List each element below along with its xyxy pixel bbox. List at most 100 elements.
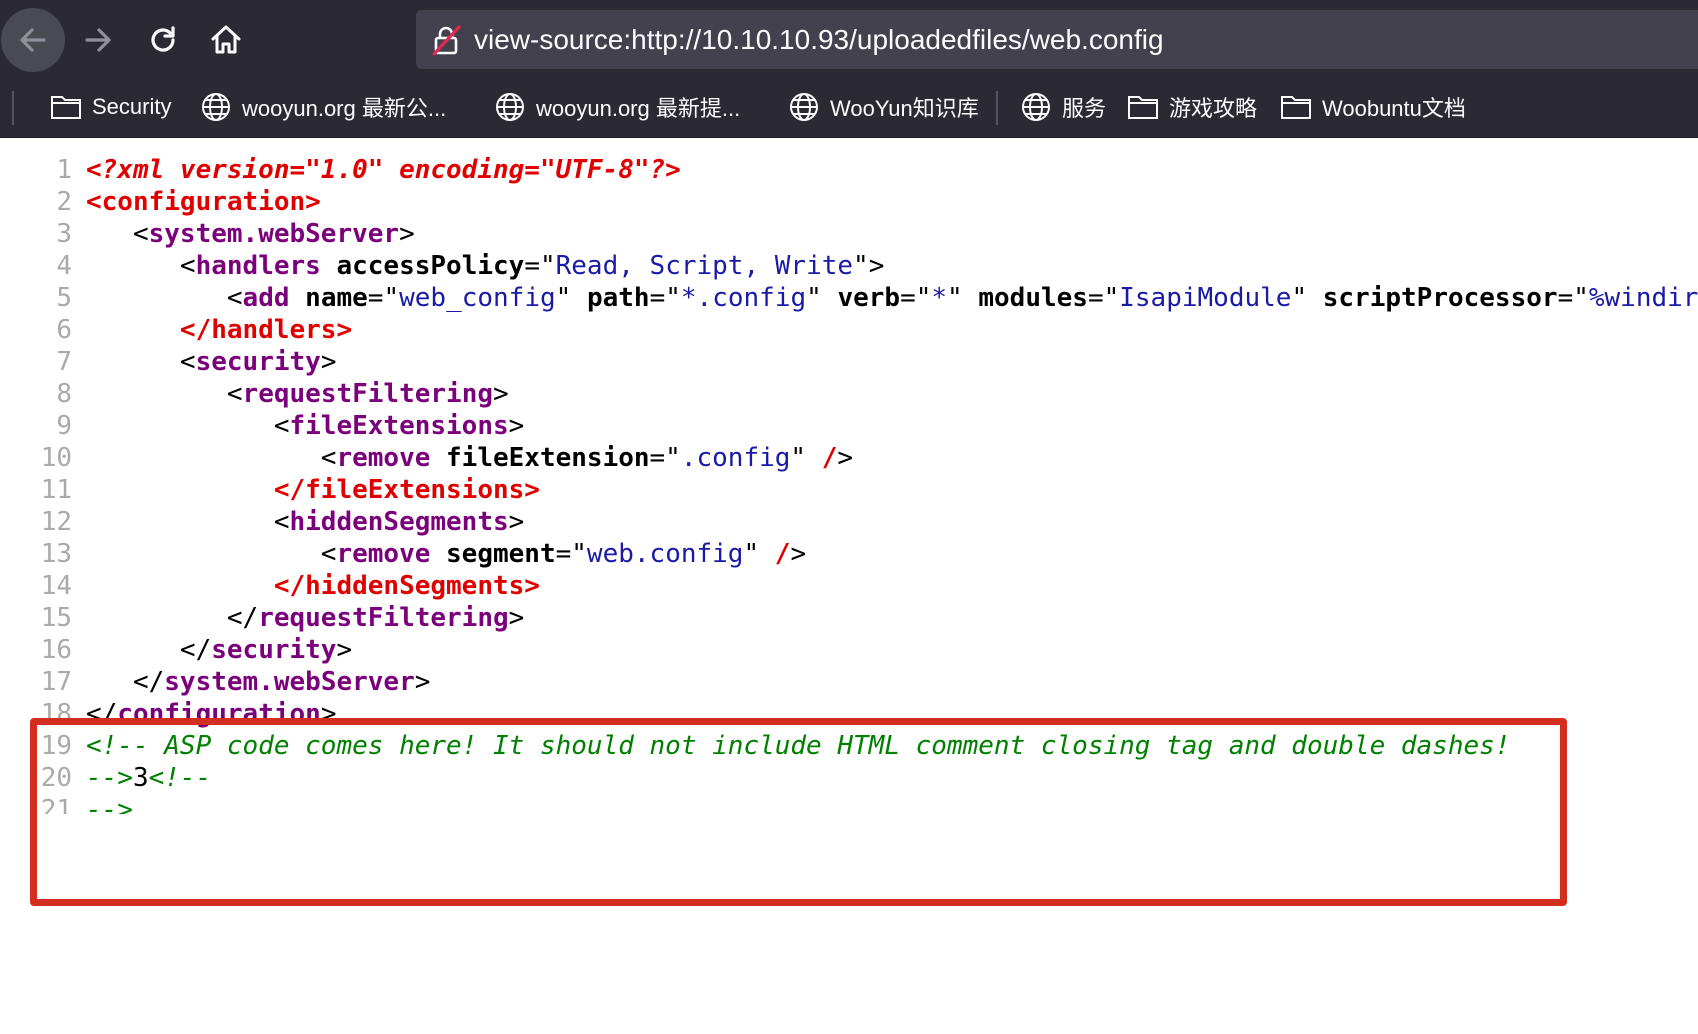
code-token: =": [367, 283, 400, 313]
source-line: 5 <add name="web_config" path="*.config"…: [0, 282, 1698, 314]
line-code: <?xml version="1.0" encoding="UTF-8"?>: [86, 154, 681, 186]
bookmarks-separator: [996, 91, 998, 125]
home-button[interactable]: [194, 8, 258, 72]
back-button[interactable]: [1, 8, 65, 72]
code-token: .config: [680, 443, 791, 473]
code-token: *.config: [680, 283, 807, 313]
code-token: <?xml version="1.0" encoding="UTF-8"?>: [86, 155, 681, 185]
code-token: ": [806, 283, 838, 313]
line-code: <add name="web_config" path="*.config" v…: [86, 282, 1698, 314]
reload-button[interactable]: [131, 8, 195, 72]
folder-icon: [1281, 96, 1311, 119]
code-token: ": [743, 539, 775, 569]
code-token: security: [211, 635, 337, 665]
bookmark-wooyun-knowledge[interactable]: WooYun知识库: [788, 77, 979, 137]
source-line: 8 <requestFiltering>: [0, 378, 1698, 410]
line-number: 12: [40, 507, 72, 537]
code-token: add: [242, 283, 290, 313]
code-token: /: [774, 539, 791, 569]
bookmark-label: Woobuntu文档: [1322, 96, 1466, 121]
bookmark-security[interactable]: Security: [50, 77, 171, 137]
globe-icon: [202, 93, 230, 121]
code-token: web_config: [399, 283, 556, 313]
code-token: </: [86, 635, 212, 665]
line-code: <remove segment="web.config" />: [86, 538, 806, 570]
source-line: 11 </fileExtensions>: [0, 474, 1698, 506]
code-token: >: [508, 603, 525, 633]
bookmark-wooyun-latest-public[interactable]: wooyun.org 最新公...: [200, 77, 446, 137]
code-token: system.webServer: [148, 219, 400, 249]
forward-button[interactable]: [66, 8, 130, 72]
line-code: </handlers>: [86, 314, 352, 346]
bookmark-woobuntu-docs[interactable]: Woobuntu文档: [1280, 77, 1466, 137]
code-token: modules: [978, 283, 1088, 313]
source-line: 9 <fileExtensions>: [0, 410, 1698, 442]
browser-toolbar: view-source:http://10.10.10.93/uploadedf…: [0, 0, 1698, 77]
bookmarks-separator: [12, 91, 14, 125]
code-token: >: [320, 347, 337, 377]
code-token: =": [555, 539, 587, 569]
code-token: system.webServer: [164, 667, 415, 697]
line-number: 5: [56, 283, 72, 313]
code-token: <: [86, 507, 290, 537]
bookmark-services[interactable]: 服务: [1020, 77, 1106, 137]
code-token: IsapiModule: [1119, 283, 1292, 313]
view-source-content: 1 <?xml version="1.0" encoding="UTF-8"?> 2…: [0, 154, 1698, 814]
source-line: 17 </system.webServer>: [0, 666, 1698, 698]
line-number: 8: [56, 379, 72, 409]
code-token: <: [86, 219, 149, 249]
source-line: 2 <configuration>: [0, 186, 1698, 218]
globe-icon: [496, 93, 524, 121]
bookmark-label: Security: [92, 94, 172, 119]
code-token: >: [790, 539, 807, 569]
bookmarks-toolbar: Security wooyun.org 最新公... wooyun.org 最新…: [0, 77, 1698, 138]
source-line: 3 <system.webServer>: [0, 218, 1698, 250]
line-code: <hiddenSegments>: [86, 506, 524, 538]
bookmark-wooyun-latest-submit[interactable]: wooyun.org 最新提...: [494, 77, 740, 137]
code-token: <: [86, 443, 337, 473]
line-code: </security>: [86, 634, 352, 666]
bookmark-label: wooyun.org 最新公...: [242, 96, 447, 121]
source-line: 16 </security>: [0, 634, 1698, 666]
line-code: <configuration>: [86, 186, 321, 218]
line-number: 2: [56, 187, 72, 217]
line-code: <security>: [86, 346, 337, 378]
line-number: 3: [56, 219, 72, 249]
code-token: requestFiltering: [242, 379, 493, 409]
bookmark-game-guides[interactable]: 游戏攻略: [1127, 77, 1257, 137]
url-bar[interactable]: view-source:http://10.10.10.93/uploadedf…: [416, 10, 1698, 69]
code-token: <: [86, 539, 337, 569]
code-token: </hiddenSegments>: [86, 571, 540, 601]
source-line: 6 </handlers>: [0, 314, 1698, 346]
code-token: </fileExtensions>: [86, 475, 540, 505]
line-number: 9: [56, 411, 72, 441]
globe-icon: [1022, 93, 1050, 121]
code-token: </: [86, 603, 259, 633]
code-token: =": [1557, 283, 1589, 313]
line-number: 11: [40, 475, 72, 505]
code-token: <: [86, 347, 196, 377]
line-number: 7: [56, 347, 72, 377]
source-line: 4 <handlers accessPolicy="Read, Script, …: [0, 250, 1698, 282]
forward-arrow-icon: [85, 28, 111, 52]
line-code: </requestFiltering>: [86, 602, 524, 634]
url-text[interactable]: view-source:http://10.10.10.93/uploadedf…: [474, 24, 1164, 56]
globe-icon: [790, 93, 818, 121]
code-token: >: [336, 635, 353, 665]
code-token: remove: [336, 539, 431, 569]
code-token: <: [86, 283, 243, 313]
insecure-lock-icon[interactable]: [430, 24, 462, 56]
code-token: =": [649, 443, 681, 473]
bookmark-label: 游戏攻略: [1169, 96, 1258, 121]
line-code: </fileExtensions>: [86, 474, 540, 506]
code-token: scriptProcessor: [1322, 283, 1558, 313]
source-line: 13 <remove segment="web.config" />: [0, 538, 1698, 570]
line-number: 15: [40, 603, 72, 633]
line-code: <fileExtensions>: [86, 410, 524, 442]
code-token: security: [195, 347, 321, 377]
code-token: =": [649, 283, 681, 313]
code-token: web.config: [586, 539, 744, 569]
line-number: 10: [40, 443, 72, 473]
